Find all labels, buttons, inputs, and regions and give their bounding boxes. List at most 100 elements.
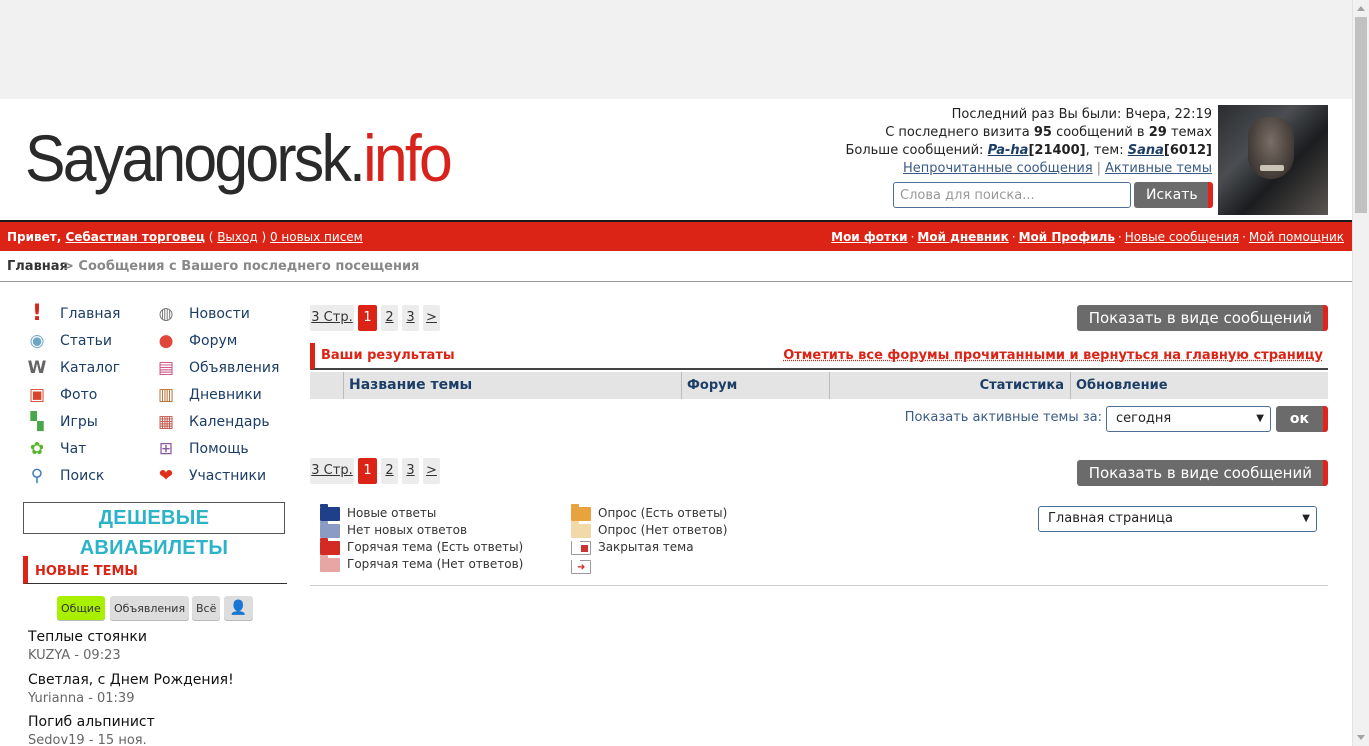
active-period-select[interactable]: сегодня ▼ bbox=[1106, 406, 1271, 432]
pager-next[interactable]: > bbox=[423, 458, 440, 484]
logout-paren-open: ( bbox=[204, 230, 218, 244]
list-item[interactable]: Теплые стоянки KUZYA - 09:23 bbox=[28, 629, 147, 663]
topic-title: Погиб альпинист bbox=[28, 714, 155, 730]
nav-games[interactable]: ▚ Игры bbox=[25, 409, 97, 433]
username-link[interactable]: Себастиан торговец bbox=[65, 230, 204, 244]
legend-hot-replies: Горячая тема (Есть ответы) bbox=[320, 537, 523, 556]
pager-page[interactable]: 2 bbox=[381, 305, 398, 331]
tab-all[interactable]: Всё bbox=[192, 596, 221, 621]
my-profile-link[interactable]: Мой Профиль bbox=[1019, 230, 1115, 244]
breadcrumb: Главная > Сообщения с Вашего последнего … bbox=[0, 251, 1352, 282]
show-as-posts-button[interactable]: Показать в виде сообщений bbox=[1076, 305, 1328, 331]
user-filter-icon[interactable]: 👤 bbox=[224, 596, 253, 621]
column-stats[interactable]: Статистика bbox=[829, 372, 1070, 399]
unread-posts-link[interactable]: Непрочитанные сообщения bbox=[903, 161, 1093, 176]
show-as-posts-button[interactable]: Показать в виде сообщений bbox=[1076, 460, 1328, 486]
nav-chat[interactable]: ✿ Чат bbox=[25, 436, 86, 460]
folder-poll-icon bbox=[571, 503, 591, 521]
nav-label: Поиск bbox=[60, 468, 105, 484]
nav-diaries[interactable]: ▥ Дневники bbox=[154, 382, 262, 406]
pager-page[interactable]: 3 bbox=[402, 458, 419, 484]
nav-home[interactable]: ! Главная bbox=[25, 301, 121, 326]
pager-page[interactable]: 1 bbox=[358, 305, 377, 331]
divider bbox=[310, 585, 1328, 586]
scroll-thumb[interactable] bbox=[1355, 17, 1367, 213]
search-input[interactable] bbox=[893, 182, 1131, 208]
scroll-up-icon[interactable] bbox=[1357, 6, 1365, 11]
dot-separator: · bbox=[1117, 230, 1122, 244]
nav-forum[interactable]: ● Форум bbox=[154, 328, 238, 352]
column-topic[interactable]: Название темы bbox=[343, 372, 681, 399]
since-last-visit-mid: сообщений в bbox=[1051, 125, 1149, 140]
pager-page[interactable]: 3 bbox=[402, 305, 419, 331]
logo-part-2: info bbox=[363, 121, 453, 195]
site-logo[interactable]: Sayanogorsk.info bbox=[25, 121, 453, 195]
chevron-down-icon: ▼ bbox=[1256, 413, 1264, 424]
nav-ads[interactable]: ▤ Объявления bbox=[154, 355, 279, 379]
folder-moved-icon: ➜ bbox=[571, 557, 591, 574]
topic-meta: Yurianna - 01:39 bbox=[28, 691, 135, 706]
chevron-down-icon: ▼ bbox=[1302, 513, 1310, 524]
cheap-flights-banner[interactable]: ДЕШЕВЫЕ АВИАБИЛЕТЫ bbox=[23, 502, 285, 559]
nav-members[interactable]: ❤ Участники bbox=[154, 463, 266, 487]
pager-page[interactable]: 1 bbox=[358, 458, 377, 484]
legend-closed: Закрытая тема bbox=[571, 538, 694, 556]
active-topics-link[interactable]: Активные темы bbox=[1105, 161, 1212, 176]
search-button[interactable]: Искать bbox=[1134, 182, 1213, 208]
page: Sayanogorsk.info Последний раз Вы были: … bbox=[0, 0, 1352, 746]
avatar-teeth bbox=[1260, 165, 1284, 171]
ad-bar bbox=[0, 0, 1352, 99]
tab-ads[interactable]: Объявления bbox=[110, 596, 190, 621]
top-posters-pre: Больше сообщений: bbox=[845, 143, 988, 158]
logout-link[interactable]: Выход bbox=[217, 230, 257, 244]
nav-articles[interactable]: ◉ Статьи bbox=[25, 328, 112, 352]
nav-photo[interactable]: ▣ Фото bbox=[25, 382, 97, 406]
avatar[interactable] bbox=[1218, 105, 1328, 215]
nav-help[interactable]: ⊞ Помощь bbox=[154, 436, 249, 460]
nav-catalog[interactable]: W Каталог bbox=[25, 355, 121, 379]
legend-moved: ➜ bbox=[571, 557, 598, 575]
my-photos-link[interactable]: Мои фотки bbox=[831, 230, 907, 244]
breadcrumb-home[interactable]: Главная bbox=[7, 259, 68, 274]
column-updated[interactable]: Обновление bbox=[1070, 372, 1328, 399]
nav-label: Главная bbox=[60, 306, 121, 322]
scroll-down-icon[interactable] bbox=[1357, 735, 1365, 740]
pager-next[interactable]: > bbox=[423, 305, 440, 331]
folder-no-new-icon bbox=[320, 520, 340, 538]
active-topics-label: Показать активные темы за: bbox=[904, 410, 1102, 425]
ok-button[interactable]: ок bbox=[1275, 406, 1328, 432]
magnifier-icon: ⚲ bbox=[30, 466, 44, 486]
vertical-scrollbar[interactable] bbox=[1352, 0, 1369, 746]
nav-label: Чат bbox=[60, 441, 87, 457]
mark-all-read-link[interactable]: Отметить все форумы прочитанными и верну… bbox=[783, 348, 1323, 363]
nav-calendar[interactable]: ▦ Календарь bbox=[154, 409, 270, 433]
nav-label: Статьи bbox=[60, 333, 113, 349]
nav-label: Участники bbox=[189, 468, 267, 484]
topic-title: Светлая, с Днем Рождения! bbox=[28, 672, 234, 688]
legend-label: Закрытая тема bbox=[598, 540, 694, 554]
pager-label[interactable]: 3 Стр. bbox=[310, 305, 354, 331]
folder-hot-no-new-icon bbox=[320, 554, 340, 572]
pager-label[interactable]: 3 Стр. bbox=[310, 458, 354, 484]
list-item[interactable]: Светлая, с Днем Рождения! Yurianna - 01:3… bbox=[28, 672, 234, 706]
new-mail-link[interactable]: 0 новых писем bbox=[270, 230, 363, 244]
nav-news[interactable]: ◍ Новости bbox=[154, 301, 250, 325]
my-diary-link[interactable]: Мой дневник bbox=[917, 230, 1008, 244]
list-item[interactable]: Погиб альпинист Sedov19 - 15 ноя. bbox=[28, 714, 155, 746]
topic-title: Теплые стоянки bbox=[28, 629, 147, 645]
column-forum[interactable]: Форум bbox=[681, 372, 829, 399]
tab-general[interactable]: Общие bbox=[57, 596, 105, 621]
pager-page[interactable]: 2 bbox=[381, 458, 398, 484]
user-bar-right: Мои фотки · Мой дневник · Мой Профиль · Новые … bbox=[831, 230, 1344, 244]
nav-search[interactable]: ⚲ Поиск bbox=[25, 463, 105, 487]
arrow-right-icon: ➜ bbox=[577, 561, 586, 573]
legend-poll-replies: Опрос (Есть ответы) bbox=[571, 503, 727, 522]
my-assistant-link[interactable]: Мой помощник bbox=[1249, 230, 1344, 244]
forum-jump-select[interactable]: Главная страница ▼ bbox=[1038, 506, 1317, 532]
top-topic-starter-link[interactable]: Sana bbox=[1128, 143, 1164, 158]
dot-separator: · bbox=[1242, 230, 1246, 244]
top-poster-link[interactable]: Pa-ha bbox=[988, 143, 1029, 158]
new-posts-link[interactable]: Новые сообщения bbox=[1125, 230, 1239, 244]
exclamation-icon: ! bbox=[31, 301, 43, 326]
legend-new-replies: Новые ответы bbox=[320, 503, 436, 522]
